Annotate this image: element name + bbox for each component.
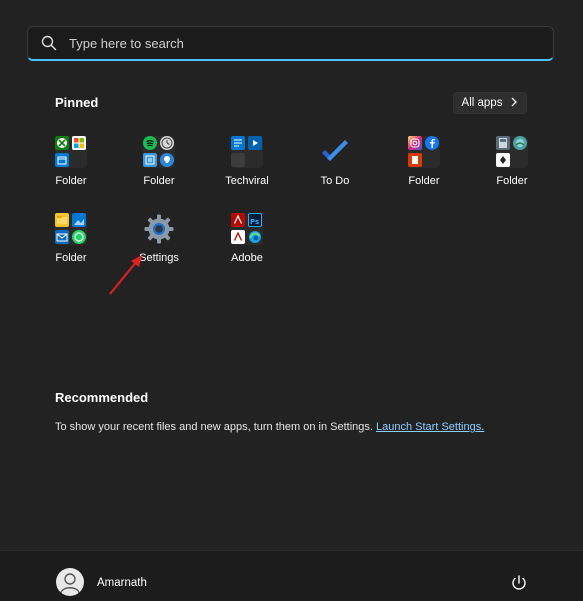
pinned-tile-folder-2[interactable]: Folder <box>119 133 199 201</box>
recommended-text: To show your recent files and new apps, … <box>55 421 373 433</box>
tile-label: Adobe <box>231 252 263 264</box>
user-name[interactable]: Amarnath <box>97 577 147 589</box>
power-icon[interactable] <box>510 574 528 592</box>
search-input[interactable] <box>67 34 553 52</box>
checkmark-icon <box>319 136 351 168</box>
pinned-tile-folder-5[interactable]: Folder <box>31 210 111 278</box>
tile-label: Folder <box>55 252 87 264</box>
recommended-title: Recommended <box>55 390 149 405</box>
tile-label: To Do <box>320 175 350 187</box>
recommended-message: To show your recent files and new apps, … <box>55 421 484 433</box>
folder-icon <box>408 136 440 168</box>
pinned-tile-to-do[interactable]: To Do <box>295 133 375 201</box>
pinned-tile-adobe[interactable]: Ps Adobe <box>207 210 287 278</box>
gear-icon <box>143 213 175 245</box>
search-box[interactable] <box>27 26 554 61</box>
annotation-arrow-icon <box>109 255 142 295</box>
folder-icon <box>496 136 528 168</box>
pinned-tile-folder-4[interactable]: Folder <box>472 133 552 201</box>
start-menu: Pinned All apps Folder Folder <box>0 0 583 601</box>
all-apps-button[interactable]: All apps <box>453 92 527 114</box>
folder-icon <box>55 213 87 245</box>
chevron-right-icon <box>510 97 518 110</box>
all-apps-label: All apps <box>461 97 503 109</box>
user-avatar-icon[interactable] <box>56 568 84 596</box>
folder-icon <box>231 136 263 168</box>
tile-label: Techviral <box>225 175 269 187</box>
folder-icon <box>55 136 87 168</box>
search-icon <box>41 35 57 51</box>
tile-label: Folder <box>496 175 528 187</box>
svg-text:Ps: Ps <box>250 218 259 226</box>
start-footer: Amarnath <box>0 550 583 601</box>
folder-icon: Ps <box>231 213 263 245</box>
pinned-tile-techviral[interactable]: Techviral <box>207 133 287 201</box>
launch-start-settings-link[interactable]: Launch Start Settings. <box>376 421 484 433</box>
tile-label: Folder <box>143 175 175 187</box>
tile-label: Folder <box>408 175 440 187</box>
pinned-tile-folder-3[interactable]: Folder <box>384 133 464 201</box>
pinned-tile-folder-1[interactable]: Folder <box>31 133 111 201</box>
pinned-title: Pinned <box>55 95 99 110</box>
tile-label: Folder <box>55 175 87 187</box>
folder-icon <box>143 136 175 168</box>
